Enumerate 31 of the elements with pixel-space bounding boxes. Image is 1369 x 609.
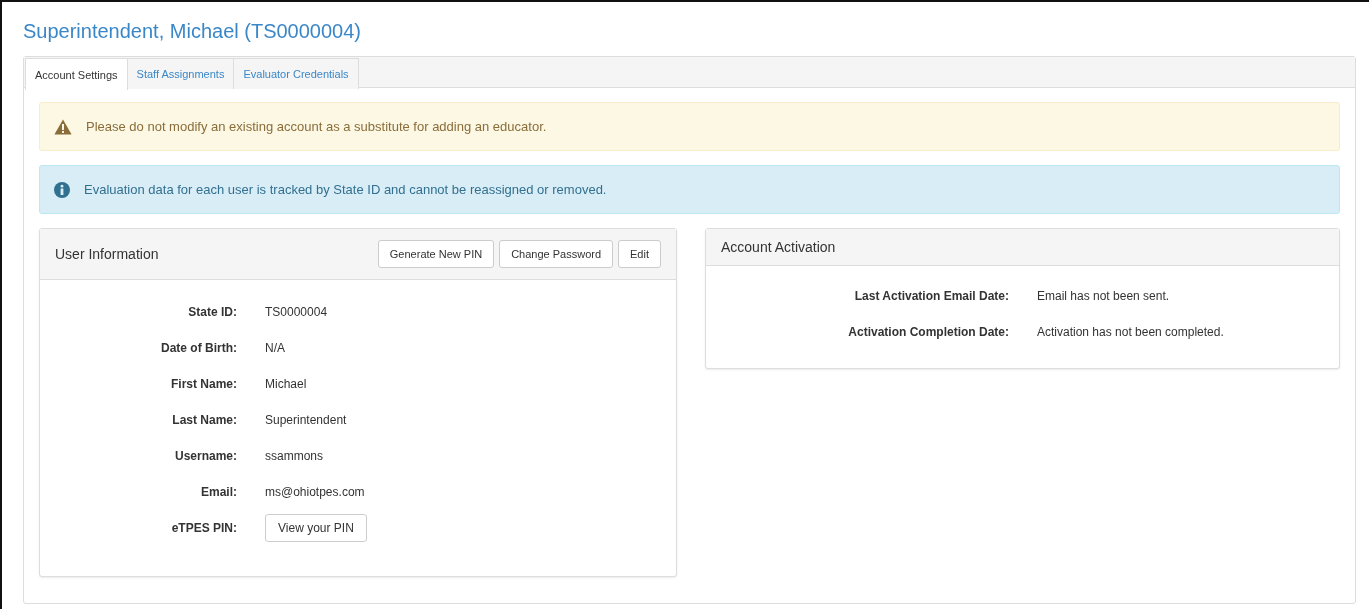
field-label: Username: — [173, 449, 238, 463]
field-value: TS0000004 — [265, 305, 328, 319]
action-button[interactable]: Change Password — [499, 240, 614, 268]
field-value: N/A — [265, 341, 285, 355]
panel-title: User Information — [55, 246, 159, 262]
field-label: Activation Completion Date: — [847, 325, 1010, 339]
panel-title: Account Activation — [721, 239, 836, 255]
field-value: Michael — [265, 377, 307, 391]
field-label: eTPES PIN: — [170, 521, 238, 535]
field-label: Last Name: — [171, 413, 238, 427]
alert-message: Evaluation data for each user is tracked by State ID and cannot be reassigned or removed. — [84, 182, 607, 197]
field-value: ms@ohiotpes.com — [265, 485, 365, 499]
field-label: First Name: — [169, 377, 238, 391]
field-label: Email: — [200, 485, 238, 499]
warning-icon — [54, 118, 72, 135]
field-label: Last Activation Email Date: — [853, 289, 1010, 303]
alert-message: Please do not modify an existing account as a substitute for adding an educator. — [86, 119, 547, 134]
field-label: State ID: — [187, 305, 238, 319]
field-value: Email has not been sent. — [1037, 289, 1170, 303]
field-label: Date of Birth: — [160, 341, 238, 355]
action-button[interactable]: Generate New PIN — [377, 240, 495, 268]
tab[interactable]: Account Settings — [25, 58, 128, 90]
tab[interactable]: Staff Assignments — [126, 58, 235, 89]
info-icon — [54, 181, 70, 198]
view-pin-button[interactable]: View your PIN — [265, 514, 367, 542]
action-button[interactable]: Edit — [618, 240, 661, 268]
tab[interactable]: Evaluator Credentials — [233, 58, 359, 89]
page-title: Superintendent, Michael (TS0000004) — [23, 19, 362, 44]
field-value: Activation has not been completed. — [1037, 325, 1224, 339]
field-value: ssammons — [265, 449, 323, 463]
field-value: Superintendent — [265, 413, 347, 427]
